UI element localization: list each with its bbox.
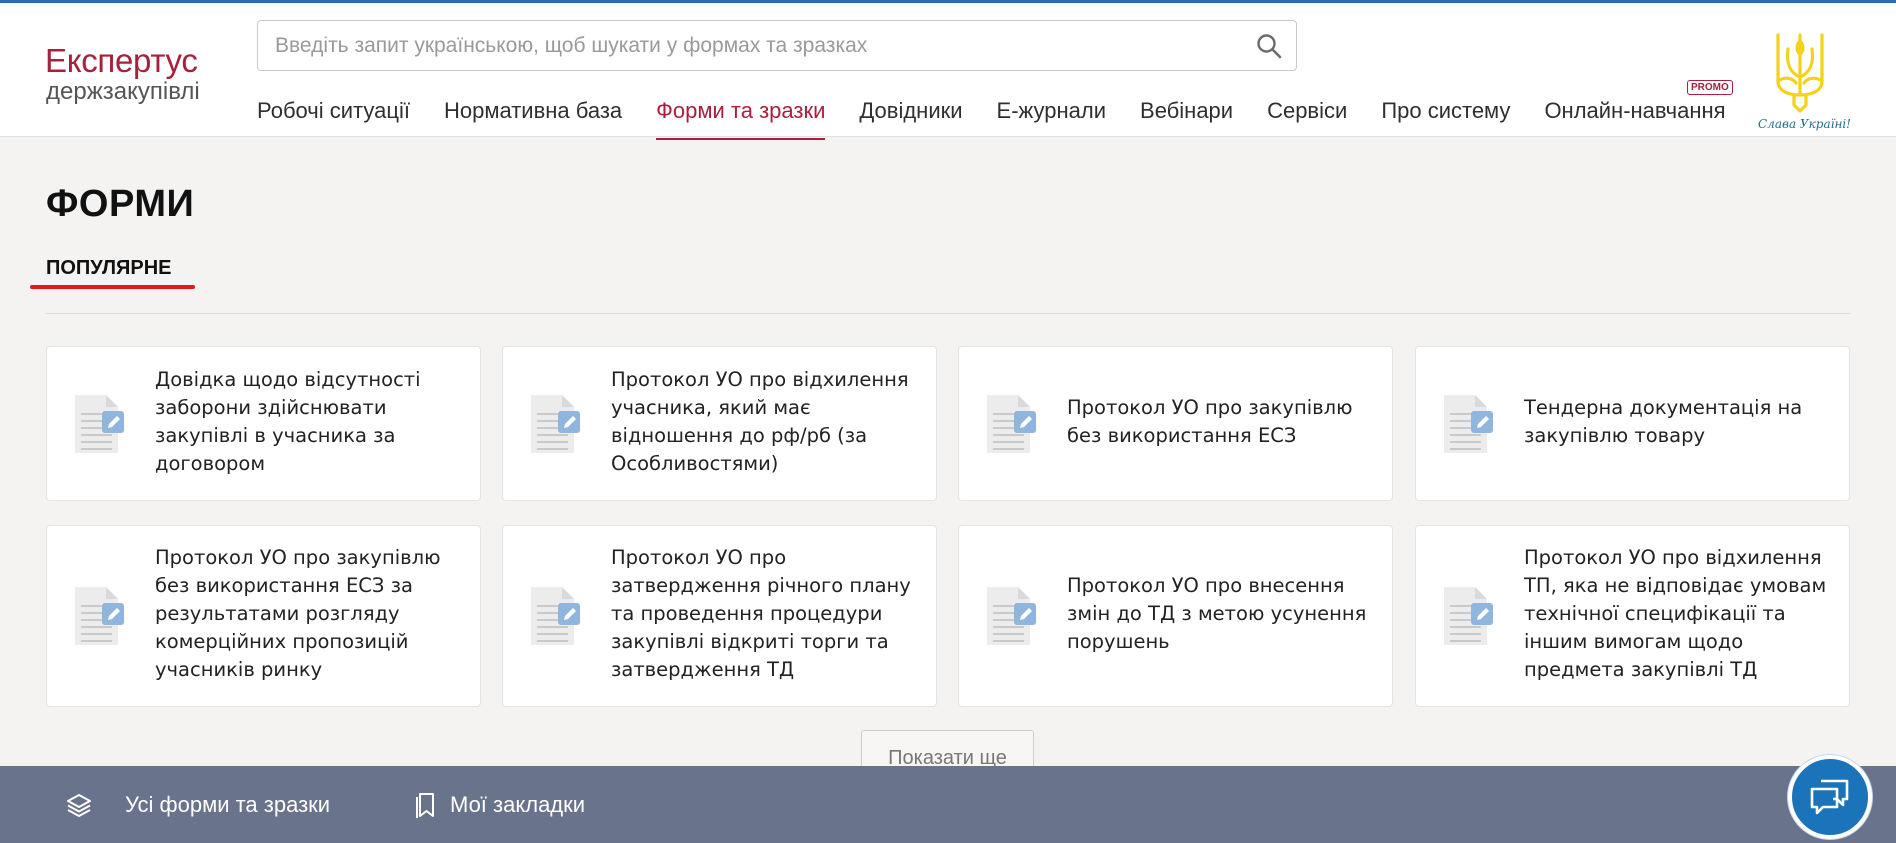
document-edit-icon [1444, 587, 1493, 645]
bottom-bar: Усі форми та зразки Мої закладки [0, 766, 1896, 843]
form-card[interactable]: Тендерна документація на закупівлю товар… [1415, 346, 1850, 501]
form-card[interactable]: Протокол УО про закупівлю без використан… [46, 525, 481, 707]
form-card[interactable]: Довідка щодо відсутності заборони здійсн… [46, 346, 481, 501]
form-card-title: Протокол УО про відхилення ТП, яка не ві… [1524, 546, 1827, 681]
document-edit-icon [987, 395, 1036, 453]
divider [46, 313, 1850, 314]
all-forms-label: Усі форми та зразки [125, 791, 331, 817]
document-edit-icon [75, 587, 124, 645]
layers-icon [67, 793, 91, 817]
document-edit-icon [531, 395, 580, 453]
logo-subtitle: держзакупівлі [46, 78, 200, 105]
page-title: ФОРМИ [46, 183, 195, 225]
form-card-title: Протокол УО про закупівлю без використан… [155, 546, 441, 681]
trident-emblem-icon [1776, 33, 1824, 113]
form-card[interactable]: Протокол УО про закупівлю без використан… [958, 346, 1393, 501]
logo[interactable]: Експертус держзакупівлі [45, 43, 215, 105]
nav-item-regulatory-base[interactable]: Нормативна база [444, 96, 622, 140]
tab-popular[interactable]: ПОПУЛЯРНЕ [46, 257, 172, 280]
document-edit-icon [75, 395, 124, 453]
bookmark-icon [416, 792, 434, 818]
form-card[interactable]: Протокол УО про відхилення ТП, яка не ві… [1415, 525, 1850, 707]
form-card-title: Протокол УО про відхилення учасника, яки… [611, 368, 909, 475]
form-card-title: Тендерна документація на закупівлю товар… [1524, 396, 1803, 447]
nav-item-webinars[interactable]: Вебінари [1140, 96, 1233, 140]
form-card[interactable]: Протокол УО про відхилення учасника, яки… [502, 346, 937, 501]
form-card[interactable]: Протокол УО про затвердження річного пла… [502, 525, 937, 707]
search-icon[interactable] [1256, 33, 1282, 59]
form-card-title: Довідка щодо відсутності заборони здійсн… [155, 368, 421, 475]
search-input[interactable] [258, 21, 1238, 70]
form-card-title: Протокол УО про закупівлю без використан… [1067, 396, 1353, 447]
promo-badge: PROMO [1687, 80, 1733, 95]
logo-title: Експертус [45, 42, 198, 79]
site-header: Експертус держзакупівлі Робочі ситуації … [0, 0, 1896, 140]
main-nav: Робочі ситуації Нормативна база Форми та… [257, 96, 1760, 140]
form-card-title: Протокол УО про затвердження річного пла… [611, 546, 911, 681]
document-edit-icon [987, 587, 1036, 645]
nav-item-reference-books[interactable]: Довідники [859, 96, 962, 140]
nav-item-about-system[interactable]: Про систему [1381, 96, 1510, 140]
nav-item-services[interactable]: Сервіси [1267, 96, 1347, 140]
my-bookmarks-label: Мої закладки [450, 791, 586, 817]
search-box [257, 20, 1297, 71]
document-edit-icon [531, 587, 580, 645]
my-bookmarks-button[interactable]: Мої закладки [414, 766, 585, 843]
all-forms-button[interactable]: Усі форми та зразки [66, 766, 330, 843]
form-card-title: Протокол УО про внесення змін до ТД з ме… [1067, 574, 1367, 653]
nav-item-e-journals[interactable]: Е-журнали [997, 96, 1106, 140]
nav-item-online-learning[interactable]: Онлайн-навчання [1544, 96, 1725, 140]
slava-ukraini-caption: Слава Україні! [1758, 117, 1852, 131]
chat-icon [1810, 779, 1849, 815]
active-tab-underline [30, 285, 195, 289]
nav-item-forms-samples[interactable]: Форми та зразки [656, 96, 826, 140]
document-edit-icon [1444, 395, 1493, 453]
chat-button[interactable] [1788, 755, 1872, 839]
nav-item-work-situations[interactable]: Робочі ситуації [257, 96, 410, 140]
form-card[interactable]: Протокол УО про внесення змін до ТД з ме… [958, 525, 1393, 707]
